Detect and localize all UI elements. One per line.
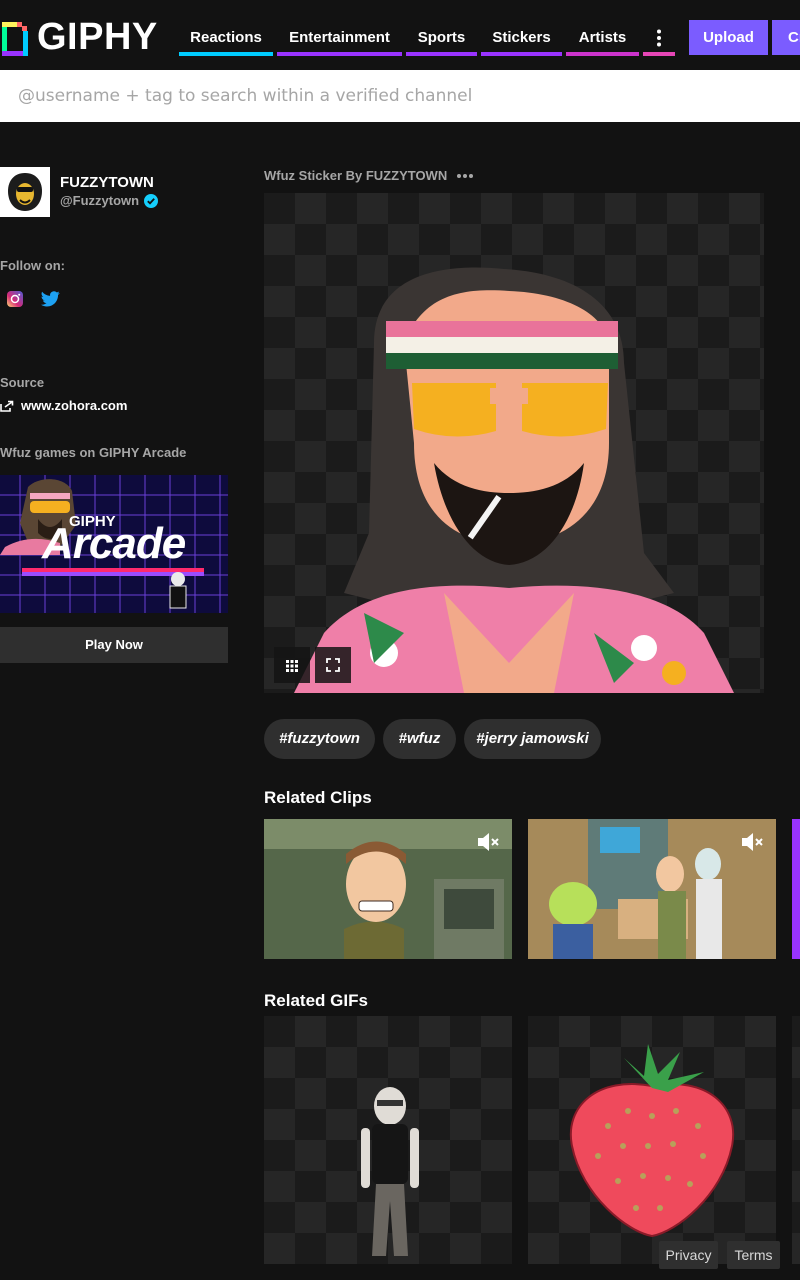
verified-badge-icon <box>144 193 159 208</box>
play-now-button[interactable]: Play Now <box>0 627 228 663</box>
source-url: www.zohora.com <box>21 398 128 413</box>
mute-icon[interactable] <box>740 831 764 853</box>
terms-link[interactable]: Terms <box>727 1241 780 1269</box>
gif-thumbnail <box>569 1044 735 1238</box>
nav-underline <box>406 52 477 56</box>
channel-name[interactable]: FUZZYTOWN <box>60 174 154 191</box>
source-label: Source <box>0 375 45 390</box>
related-gif-card-partial[interactable] <box>792 1016 800 1264</box>
clip-thumbnail <box>264 819 512 959</box>
nav-underline <box>566 52 639 56</box>
nav-underline <box>277 52 402 56</box>
nav-label: Artists <box>578 29 627 46</box>
nav-stickers[interactable]: Stickers <box>481 26 562 56</box>
fullscreen-button[interactable] <box>315 647 351 683</box>
tag-chip[interactable]: #fuzzytown <box>264 719 375 759</box>
tag-chip[interactable]: #wfuz <box>383 719 456 759</box>
more-options-icon[interactable] <box>456 173 474 179</box>
nav-underline <box>643 52 675 56</box>
sticker-viewer[interactable] <box>264 193 764 693</box>
channel-avatar[interactable] <box>0 167 50 217</box>
sticker-title-row: Wfuz Sticker By FUZZYTOWN <box>264 168 474 183</box>
nav-underline <box>179 52 273 56</box>
nav-label: Stickers <box>492 29 551 46</box>
giphy-logo-text[interactable]: GIPHY <box>37 16 158 59</box>
follow-label: Follow on: <box>0 258 65 273</box>
giphy-logo-icon[interactable] <box>2 22 28 56</box>
vertical-dots-icon <box>657 29 661 47</box>
mute-icon[interactable] <box>476 831 500 853</box>
related-gif-card[interactable] <box>264 1016 512 1264</box>
nav-more[interactable] <box>643 26 675 56</box>
arcade-banner[interactable]: GIPHY Arcade <box>0 475 228 613</box>
top-header: GIPHY Reactions Entertainment Sports Sti… <box>0 0 800 70</box>
search-input[interactable] <box>0 70 780 122</box>
source-link[interactable]: www.zohora.com <box>0 398 127 413</box>
privacy-link[interactable]: Privacy <box>659 1241 718 1269</box>
grid-view-button[interactable] <box>274 647 310 683</box>
grid-icon <box>286 660 298 672</box>
nav-underline <box>481 52 562 56</box>
external-link-icon <box>0 400 14 412</box>
related-gif-card[interactable] <box>528 1016 776 1264</box>
nav-entertainment[interactable]: Entertainment <box>277 26 402 56</box>
sticker-title: Wfuz Sticker By FUZZYTOWN <box>264 168 448 183</box>
twitter-icon[interactable] <box>41 291 60 307</box>
arcade-label: Wfuz games on GIPHY Arcade <box>0 445 187 460</box>
related-clip-card-partial[interactable] <box>792 819 800 959</box>
related-clip-card[interactable] <box>528 819 776 959</box>
fullscreen-icon <box>326 658 340 672</box>
lion-avatar-icon <box>8 173 42 211</box>
create-button[interactable]: Cr <box>772 20 800 55</box>
nav-sports[interactable]: Sports <box>406 26 477 56</box>
nav-artists[interactable]: Artists <box>566 26 639 56</box>
instagram-icon[interactable] <box>7 291 23 307</box>
nav-label: Sports <box>417 29 466 46</box>
tag-chip[interactable]: #jerry jamowski <box>464 719 601 759</box>
nav-label: Entertainment <box>289 29 390 46</box>
related-gifs-title: Related GIFs <box>264 991 368 1010</box>
clip-thumbnail <box>528 819 776 959</box>
related-clip-card[interactable] <box>264 819 512 959</box>
gif-thumbnail <box>361 1087 419 1256</box>
search-bar <box>0 70 800 122</box>
nav-reactions[interactable]: Reactions <box>179 26 273 56</box>
nav-label: Reactions <box>190 29 262 46</box>
channel-handle-row[interactable]: @Fuzzytown <box>60 193 159 208</box>
related-clips-title: Related Clips <box>264 788 372 807</box>
upload-button[interactable]: Upload <box>689 20 768 55</box>
arcade-title: Arcade <box>42 519 186 568</box>
channel-handle: @Fuzzytown <box>60 193 140 208</box>
sticker-image <box>294 267 734 693</box>
